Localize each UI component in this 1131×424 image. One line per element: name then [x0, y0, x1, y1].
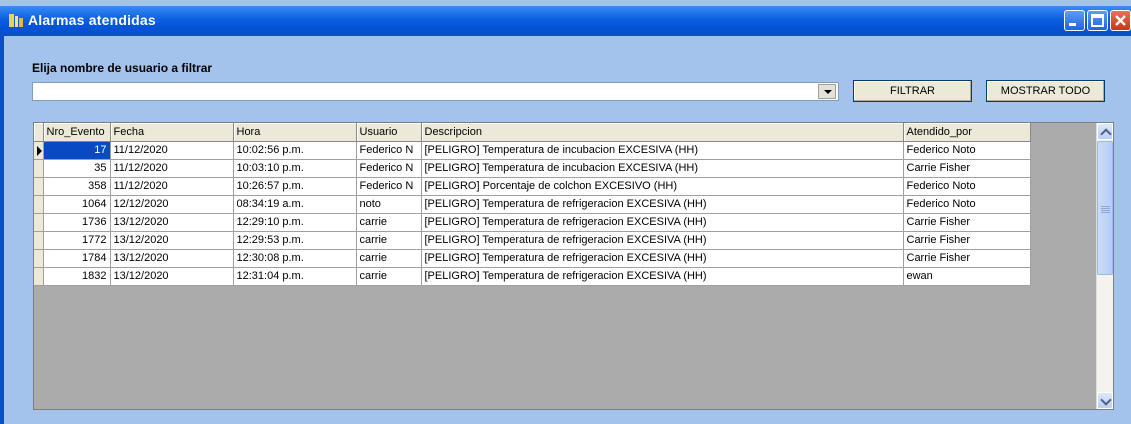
cell-usuario[interactable]: noto	[356, 195, 422, 214]
cell-descripcion[interactable]: [PELIGRO] Temperatura de refrigeracion E…	[421, 195, 904, 214]
alarms-table: Nro_Evento Fecha Hora Usuario Descripcio…	[34, 123, 1031, 286]
cell-descripcion[interactable]: [PELIGRO] Temperatura de incubacion EXCE…	[421, 159, 904, 178]
cell-usuario[interactable]: Federico N	[356, 159, 422, 178]
scroll-up-button[interactable]	[1097, 123, 1113, 140]
cell-fecha[interactable]: 13/12/2020	[110, 249, 234, 268]
table-row[interactable]: 1772 13/12/2020 12:29:53 p.m. carrie [PE…	[34, 231, 1031, 250]
table-row[interactable]: 1736 13/12/2020 12:29:10 p.m. carrie [PE…	[34, 213, 1031, 232]
minimize-icon	[1069, 23, 1076, 26]
cell-fecha[interactable]: 12/12/2020	[110, 195, 234, 214]
row-selector[interactable]	[34, 267, 44, 286]
table-row[interactable]: 1064 12/12/2020 08:34:19 a.m. noto [PELI…	[34, 195, 1031, 214]
table-row[interactable]: 17 11/12/2020 10:02:56 p.m. Federico N […	[34, 141, 1031, 160]
grip-icon	[1101, 206, 1110, 207]
title-bar[interactable]: Alarmas atendidas	[0, 6, 1131, 36]
row-selector[interactable]	[34, 177, 44, 196]
alarmas-window: Alarmas atendidas Elija nombre de usuari…	[0, 0, 1131, 424]
cell-atendido-por[interactable]: Carrie Fisher	[903, 159, 1031, 178]
table-row[interactable]: 1784 13/12/2020 12:30:08 p.m. carrie [PE…	[34, 249, 1031, 268]
cell-nro-evento[interactable]: 1064	[43, 195, 111, 214]
column-header-hora[interactable]: Hora	[233, 123, 357, 142]
combo-dropdown-button[interactable]	[818, 84, 836, 99]
cell-atendido-por[interactable]: ewan	[903, 267, 1031, 286]
cell-fecha[interactable]: 11/12/2020	[110, 159, 234, 178]
row-selector[interactable]	[34, 159, 44, 178]
cell-fecha[interactable]: 13/12/2020	[110, 267, 234, 286]
filter-label: Elija nombre de usuario a filtrar	[32, 61, 213, 75]
cell-usuario[interactable]: carrie	[356, 249, 422, 268]
vertical-scrollbar[interactable]	[1096, 123, 1113, 409]
cell-nro-evento[interactable]: 1784	[43, 249, 111, 268]
cell-descripcion[interactable]: [PELIGRO] Temperatura de refrigeracion E…	[421, 213, 904, 232]
cell-usuario[interactable]: Federico N	[356, 141, 422, 160]
alarms-grid[interactable]: Nro_Evento Fecha Hora Usuario Descripcio…	[33, 122, 1114, 410]
window-left-border	[0, 36, 4, 424]
cell-atendido-por[interactable]: Federico Noto	[903, 177, 1031, 196]
cell-nro-evento[interactable]: 1736	[43, 213, 111, 232]
cell-usuario[interactable]: carrie	[356, 213, 422, 232]
cell-nro-evento[interactable]: 358	[43, 177, 111, 196]
close-button[interactable]	[1110, 10, 1131, 31]
cell-hora[interactable]: 10:03:10 p.m.	[233, 159, 357, 178]
chevron-up-icon	[1100, 128, 1112, 140]
row-selector[interactable]	[34, 213, 44, 232]
cell-hora[interactable]: 12:31:04 p.m.	[233, 267, 357, 286]
row-selector[interactable]	[34, 141, 44, 160]
maximize-button[interactable]	[1087, 10, 1108, 31]
cell-fecha[interactable]: 11/12/2020	[110, 177, 234, 196]
cell-usuario[interactable]: Federico N	[356, 177, 422, 196]
current-row-icon	[37, 145, 42, 156]
row-selector[interactable]	[34, 231, 44, 250]
cell-atendido-por[interactable]: Carrie Fisher	[903, 249, 1031, 268]
cell-atendido-por[interactable]: Carrie Fisher	[903, 213, 1031, 232]
filtrar-button[interactable]: FILTRAR	[853, 80, 972, 102]
scroll-thumb[interactable]	[1097, 141, 1113, 275]
column-header-descripcion[interactable]: Descripcion	[421, 123, 904, 142]
table-row[interactable]: 1832 13/12/2020 12:31:04 p.m. carrie [PE…	[34, 267, 1031, 286]
header-row: Nro_Evento Fecha Hora Usuario Descripcio…	[34, 123, 1031, 142]
close-icon	[1115, 15, 1126, 26]
window-title: Alarmas atendidas	[28, 12, 156, 28]
cell-descripcion[interactable]: [PELIGRO] Temperatura de refrigeracion E…	[421, 231, 904, 250]
cell-nro-evento[interactable]: 35	[43, 159, 111, 178]
cell-fecha[interactable]: 13/12/2020	[110, 213, 234, 232]
cell-usuario[interactable]: carrie	[356, 231, 422, 250]
cell-hora[interactable]: 12:30:08 p.m.	[233, 249, 357, 268]
cell-nro-evento[interactable]: 1832	[43, 267, 111, 286]
row-selector[interactable]	[34, 195, 44, 214]
scroll-down-button[interactable]	[1097, 392, 1113, 409]
maximize-icon	[1091, 14, 1104, 27]
cell-hora[interactable]: 12:29:53 p.m.	[233, 231, 357, 250]
cell-fecha[interactable]: 13/12/2020	[110, 231, 234, 250]
cell-atendido-por[interactable]: Federico Noto	[903, 141, 1031, 160]
cell-usuario[interactable]: carrie	[356, 267, 422, 286]
cell-descripcion[interactable]: [PELIGRO] Porcentaje de colchon EXCESIVO…	[421, 177, 904, 196]
user-filter-combo[interactable]	[32, 82, 839, 101]
cell-atendido-por[interactable]: Federico Noto	[903, 195, 1031, 214]
mostrar-todo-button[interactable]: MOSTRAR TODO	[986, 80, 1105, 102]
column-header-usuario[interactable]: Usuario	[356, 123, 422, 142]
cell-nro-evento[interactable]: 1772	[43, 231, 111, 250]
chevron-down-icon	[824, 90, 832, 94]
cell-descripcion[interactable]: [PELIGRO] Temperatura de refrigeracion E…	[421, 267, 904, 286]
table-row[interactable]: 35 11/12/2020 10:03:10 p.m. Federico N […	[34, 159, 1031, 178]
column-header-fecha[interactable]: Fecha	[110, 123, 234, 142]
minimize-button[interactable]	[1064, 10, 1085, 31]
column-header-atendido-por[interactable]: Atendido_por	[903, 123, 1031, 142]
cell-descripcion[interactable]: [PELIGRO] Temperatura de refrigeracion E…	[421, 249, 904, 268]
app-icon	[9, 14, 23, 27]
cell-hora[interactable]: 10:02:56 p.m.	[233, 141, 357, 160]
row-selector[interactable]	[34, 249, 44, 268]
column-header-nro-evento[interactable]: Nro_Evento	[43, 123, 111, 142]
cell-hora[interactable]: 12:29:10 p.m.	[233, 213, 357, 232]
cell-atendido-por[interactable]: Carrie Fisher	[903, 231, 1031, 250]
cell-fecha[interactable]: 11/12/2020	[110, 141, 234, 160]
chevron-down-icon	[1100, 394, 1112, 406]
row-selector-header	[34, 123, 44, 142]
cell-descripcion[interactable]: [PELIGRO] Temperatura de incubacion EXCE…	[421, 141, 904, 160]
cell-hora[interactable]: 10:26:57 p.m.	[233, 177, 357, 196]
cell-nro-evento[interactable]: 17	[43, 141, 111, 160]
table-row[interactable]: 358 11/12/2020 10:26:57 p.m. Federico N …	[34, 177, 1031, 196]
cell-hora[interactable]: 08:34:19 a.m.	[233, 195, 357, 214]
